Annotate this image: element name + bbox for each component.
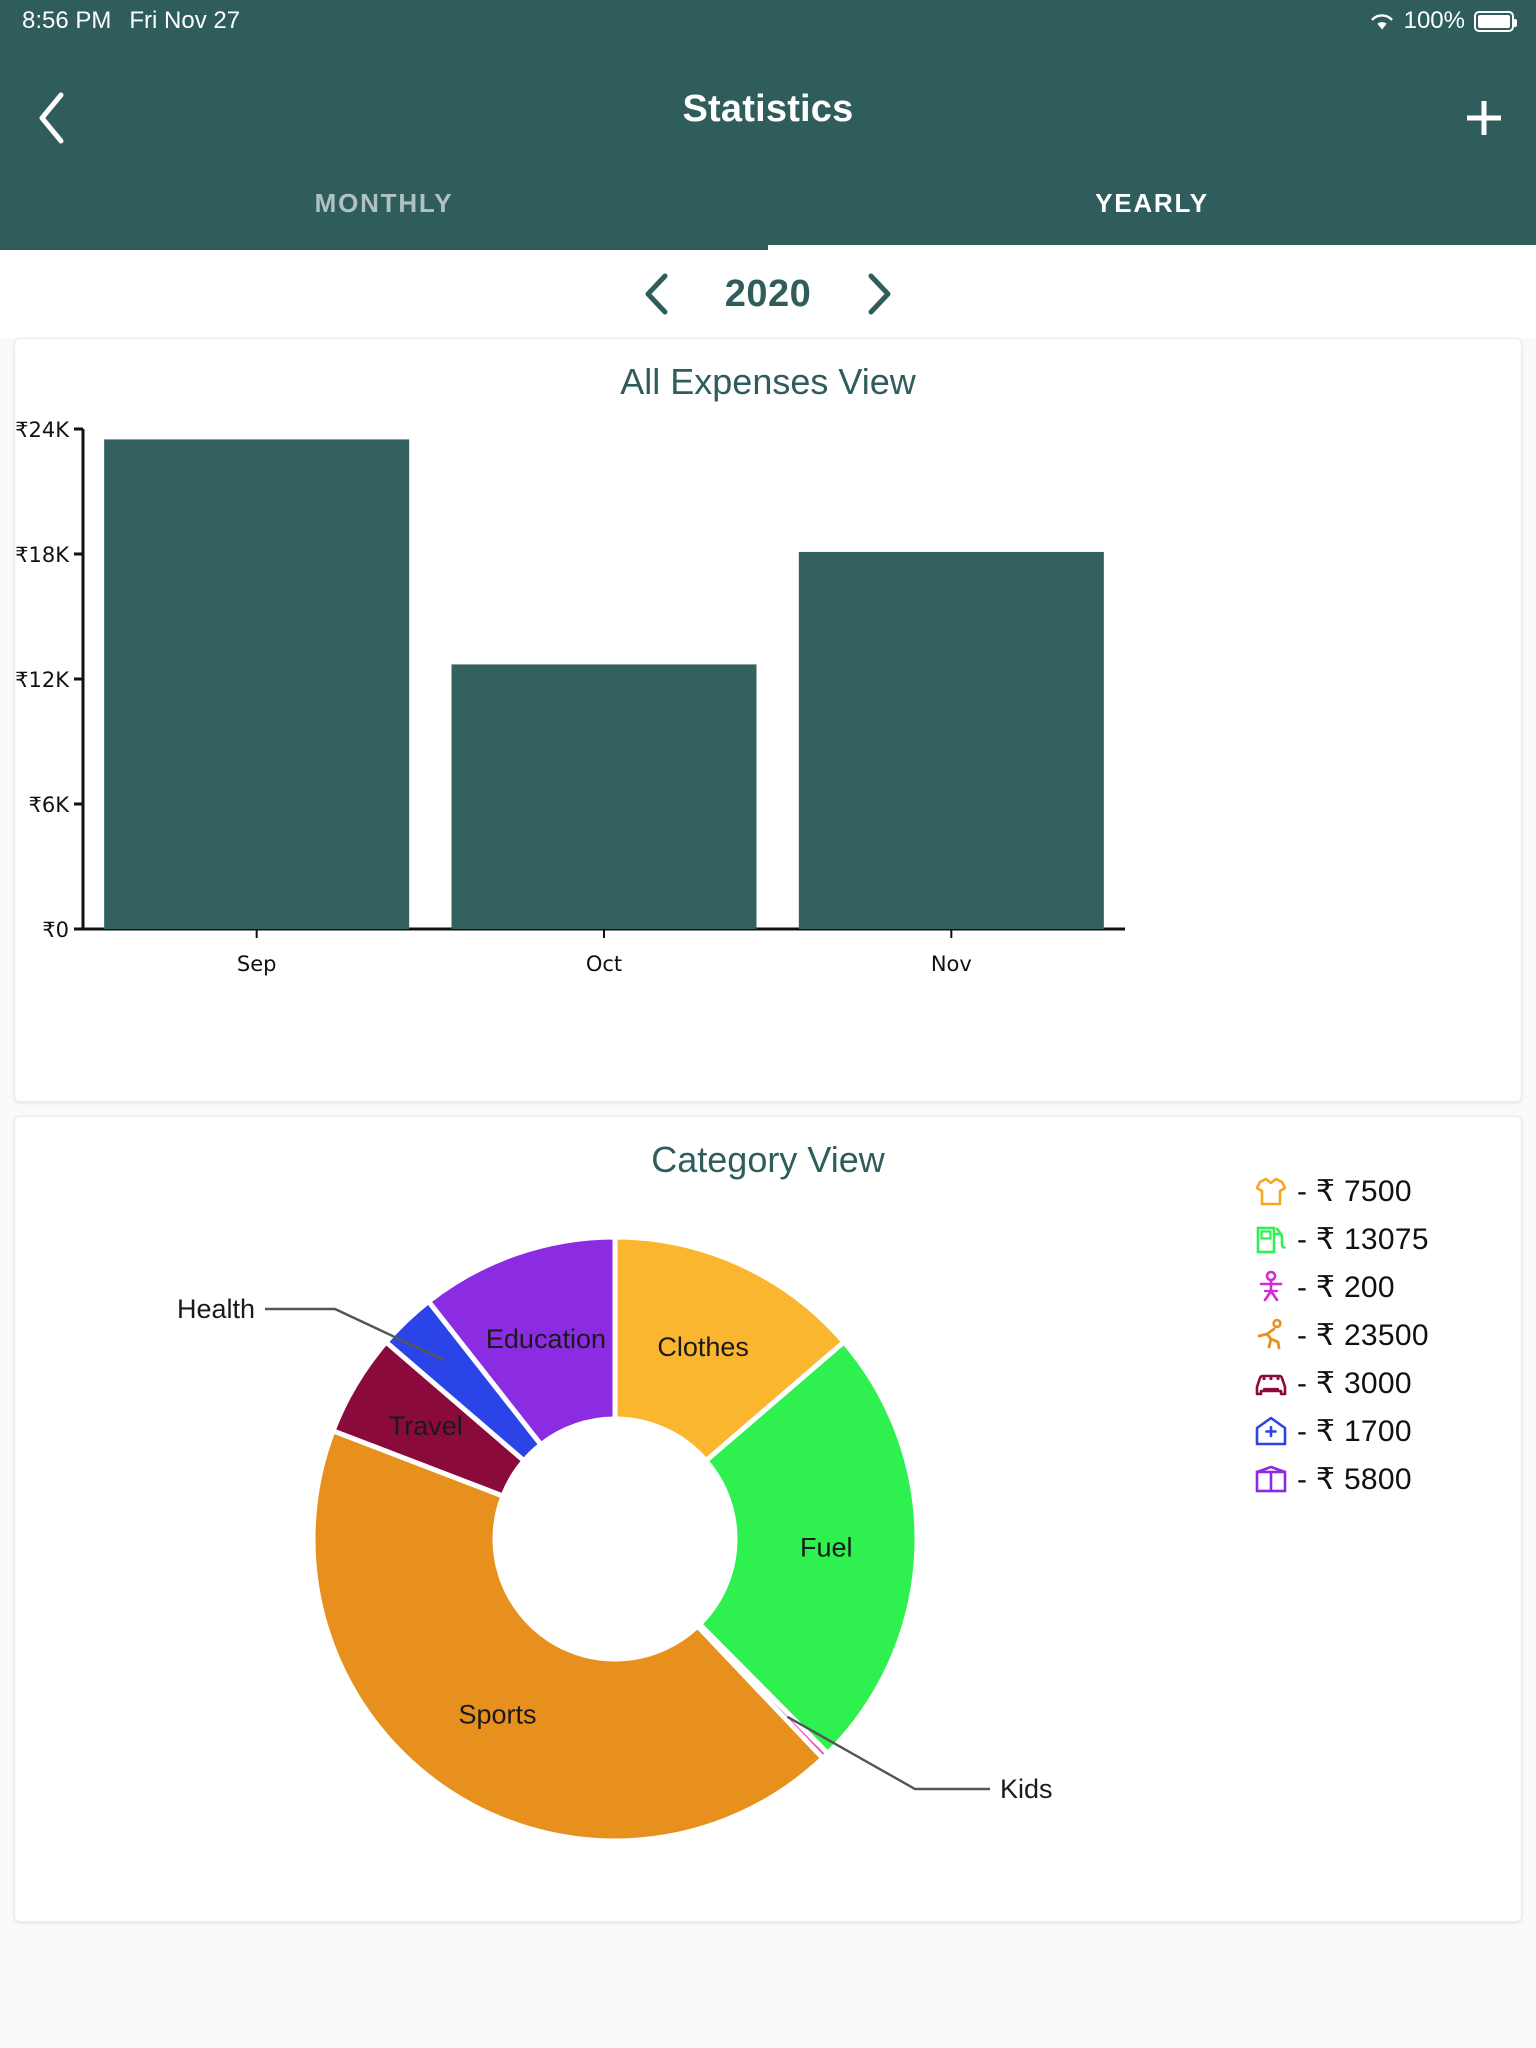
app-bar: Statistics MONTHLY YEARLY	[0, 42, 1536, 250]
status-bar-right: 100%	[1369, 7, 1517, 35]
chevron-right-icon	[868, 273, 891, 315]
plus-icon	[1467, 101, 1501, 135]
status-bar-left: 8:56 PM Fri Nov 27	[22, 7, 240, 35]
list-item[interactable]: - ₹ 1700	[1251, 1413, 1491, 1449]
add-button[interactable]	[1450, 84, 1518, 152]
tab-yearly-label: YEARLY	[1095, 188, 1209, 218]
battery-percent: 100%	[1403, 7, 1465, 34]
pie-slice-label: Travel	[389, 1411, 463, 1441]
car-icon	[1251, 1363, 1291, 1403]
tab-yearly[interactable]: YEARLY	[768, 186, 1536, 250]
legend-value: - ₹ 3000	[1297, 1366, 1412, 1400]
bar[interactable]	[104, 439, 410, 929]
pie-slice-label: Education	[486, 1324, 606, 1354]
legend-value: - ₹ 23500	[1297, 1318, 1429, 1352]
y-axis-tick-label: ₹6K	[29, 793, 71, 817]
page-title: Statistics	[682, 88, 854, 130]
status-time: 8:56 PM	[22, 7, 112, 34]
all-expenses-card: All Expenses View ₹24K ₹18K ₹12K ₹6K ₹0 Sep Oc…	[14, 338, 1522, 1102]
hospital-icon	[1251, 1411, 1291, 1451]
battery-icon	[1474, 10, 1517, 32]
all-expenses-title: All Expenses View	[620, 361, 916, 402]
y-axis-tick-label: ₹0	[42, 918, 69, 942]
status-bar: 8:56 PM Fri Nov 27 100%	[0, 0, 1536, 42]
status-date: Fri Nov 27	[129, 7, 241, 34]
x-axis-tick-label: Oct	[586, 952, 622, 976]
x-axis-tick-label: Sep	[237, 952, 277, 976]
fuel-pump-icon	[1251, 1219, 1291, 1259]
bar[interactable]	[451, 664, 757, 929]
pie-slice-label: Kids	[1000, 1774, 1053, 1804]
list-item[interactable]: - ₹ 200	[1251, 1269, 1491, 1305]
legend-value: - ₹ 1700	[1297, 1414, 1412, 1448]
tab-bar: MONTHLY YEARLY	[0, 186, 1536, 250]
content-area: 2020 All Expenses View ₹24K ₹18K ₹12K ₹6K ₹0…	[0, 250, 1536, 2048]
y-axis-tick-label: ₹18K	[15, 543, 70, 567]
bar-chart[interactable]: ₹24K ₹18K ₹12K ₹6K ₹0 Sep Oct Nov	[15, 411, 1521, 1101]
legend-value: - ₹ 7500	[1297, 1174, 1412, 1208]
legend-value: - ₹ 13075	[1297, 1222, 1429, 1256]
next-year-button[interactable]	[857, 272, 901, 316]
tab-monthly[interactable]: MONTHLY	[0, 186, 768, 250]
bar[interactable]	[798, 551, 1104, 929]
legend-value: - ₹ 5800	[1297, 1462, 1412, 1496]
year-selector: 2020	[0, 250, 1536, 338]
pie-slice-label: Sports	[458, 1700, 536, 1730]
legend-value: - ₹ 200	[1297, 1270, 1395, 1304]
list-item[interactable]: - ₹ 13075	[1251, 1221, 1491, 1257]
category-view-card: Category View Clothes Fuel Sports Travel Edu…	[14, 1116, 1522, 1922]
list-item[interactable]: - ₹ 23500	[1251, 1317, 1491, 1353]
year-label: 2020	[724, 272, 812, 315]
pie-slice-label: Clothes	[657, 1332, 749, 1362]
child-icon	[1251, 1267, 1291, 1307]
prev-year-button[interactable]	[635, 272, 679, 316]
tshirt-icon	[1251, 1171, 1291, 1211]
pie-slice-label: Fuel	[800, 1532, 853, 1562]
y-axis-tick-label: ₹12K	[15, 668, 70, 692]
x-axis-tick-label: Nov	[931, 952, 972, 976]
running-icon	[1251, 1315, 1291, 1355]
list-item[interactable]: - ₹ 3000	[1251, 1365, 1491, 1401]
tab-monthly-label: MONTHLY	[314, 188, 454, 218]
y-axis-tick-label: ₹24K	[15, 418, 70, 442]
app-root: 8:56 PM Fri Nov 27 100% Statistics MONTH…	[0, 0, 1536, 2048]
wifi-icon	[1369, 11, 1395, 31]
list-item[interactable]: - ₹ 5800	[1251, 1461, 1491, 1497]
category-legend: - ₹ 7500 - ₹ 13075 - ₹ 200 - ₹ 23500 - ₹…	[1251, 1173, 1491, 1497]
list-item[interactable]: - ₹ 7500	[1251, 1173, 1491, 1209]
pie-slice-label: Health	[177, 1294, 255, 1324]
book-icon	[1251, 1459, 1291, 1499]
chevron-left-icon	[645, 273, 668, 315]
